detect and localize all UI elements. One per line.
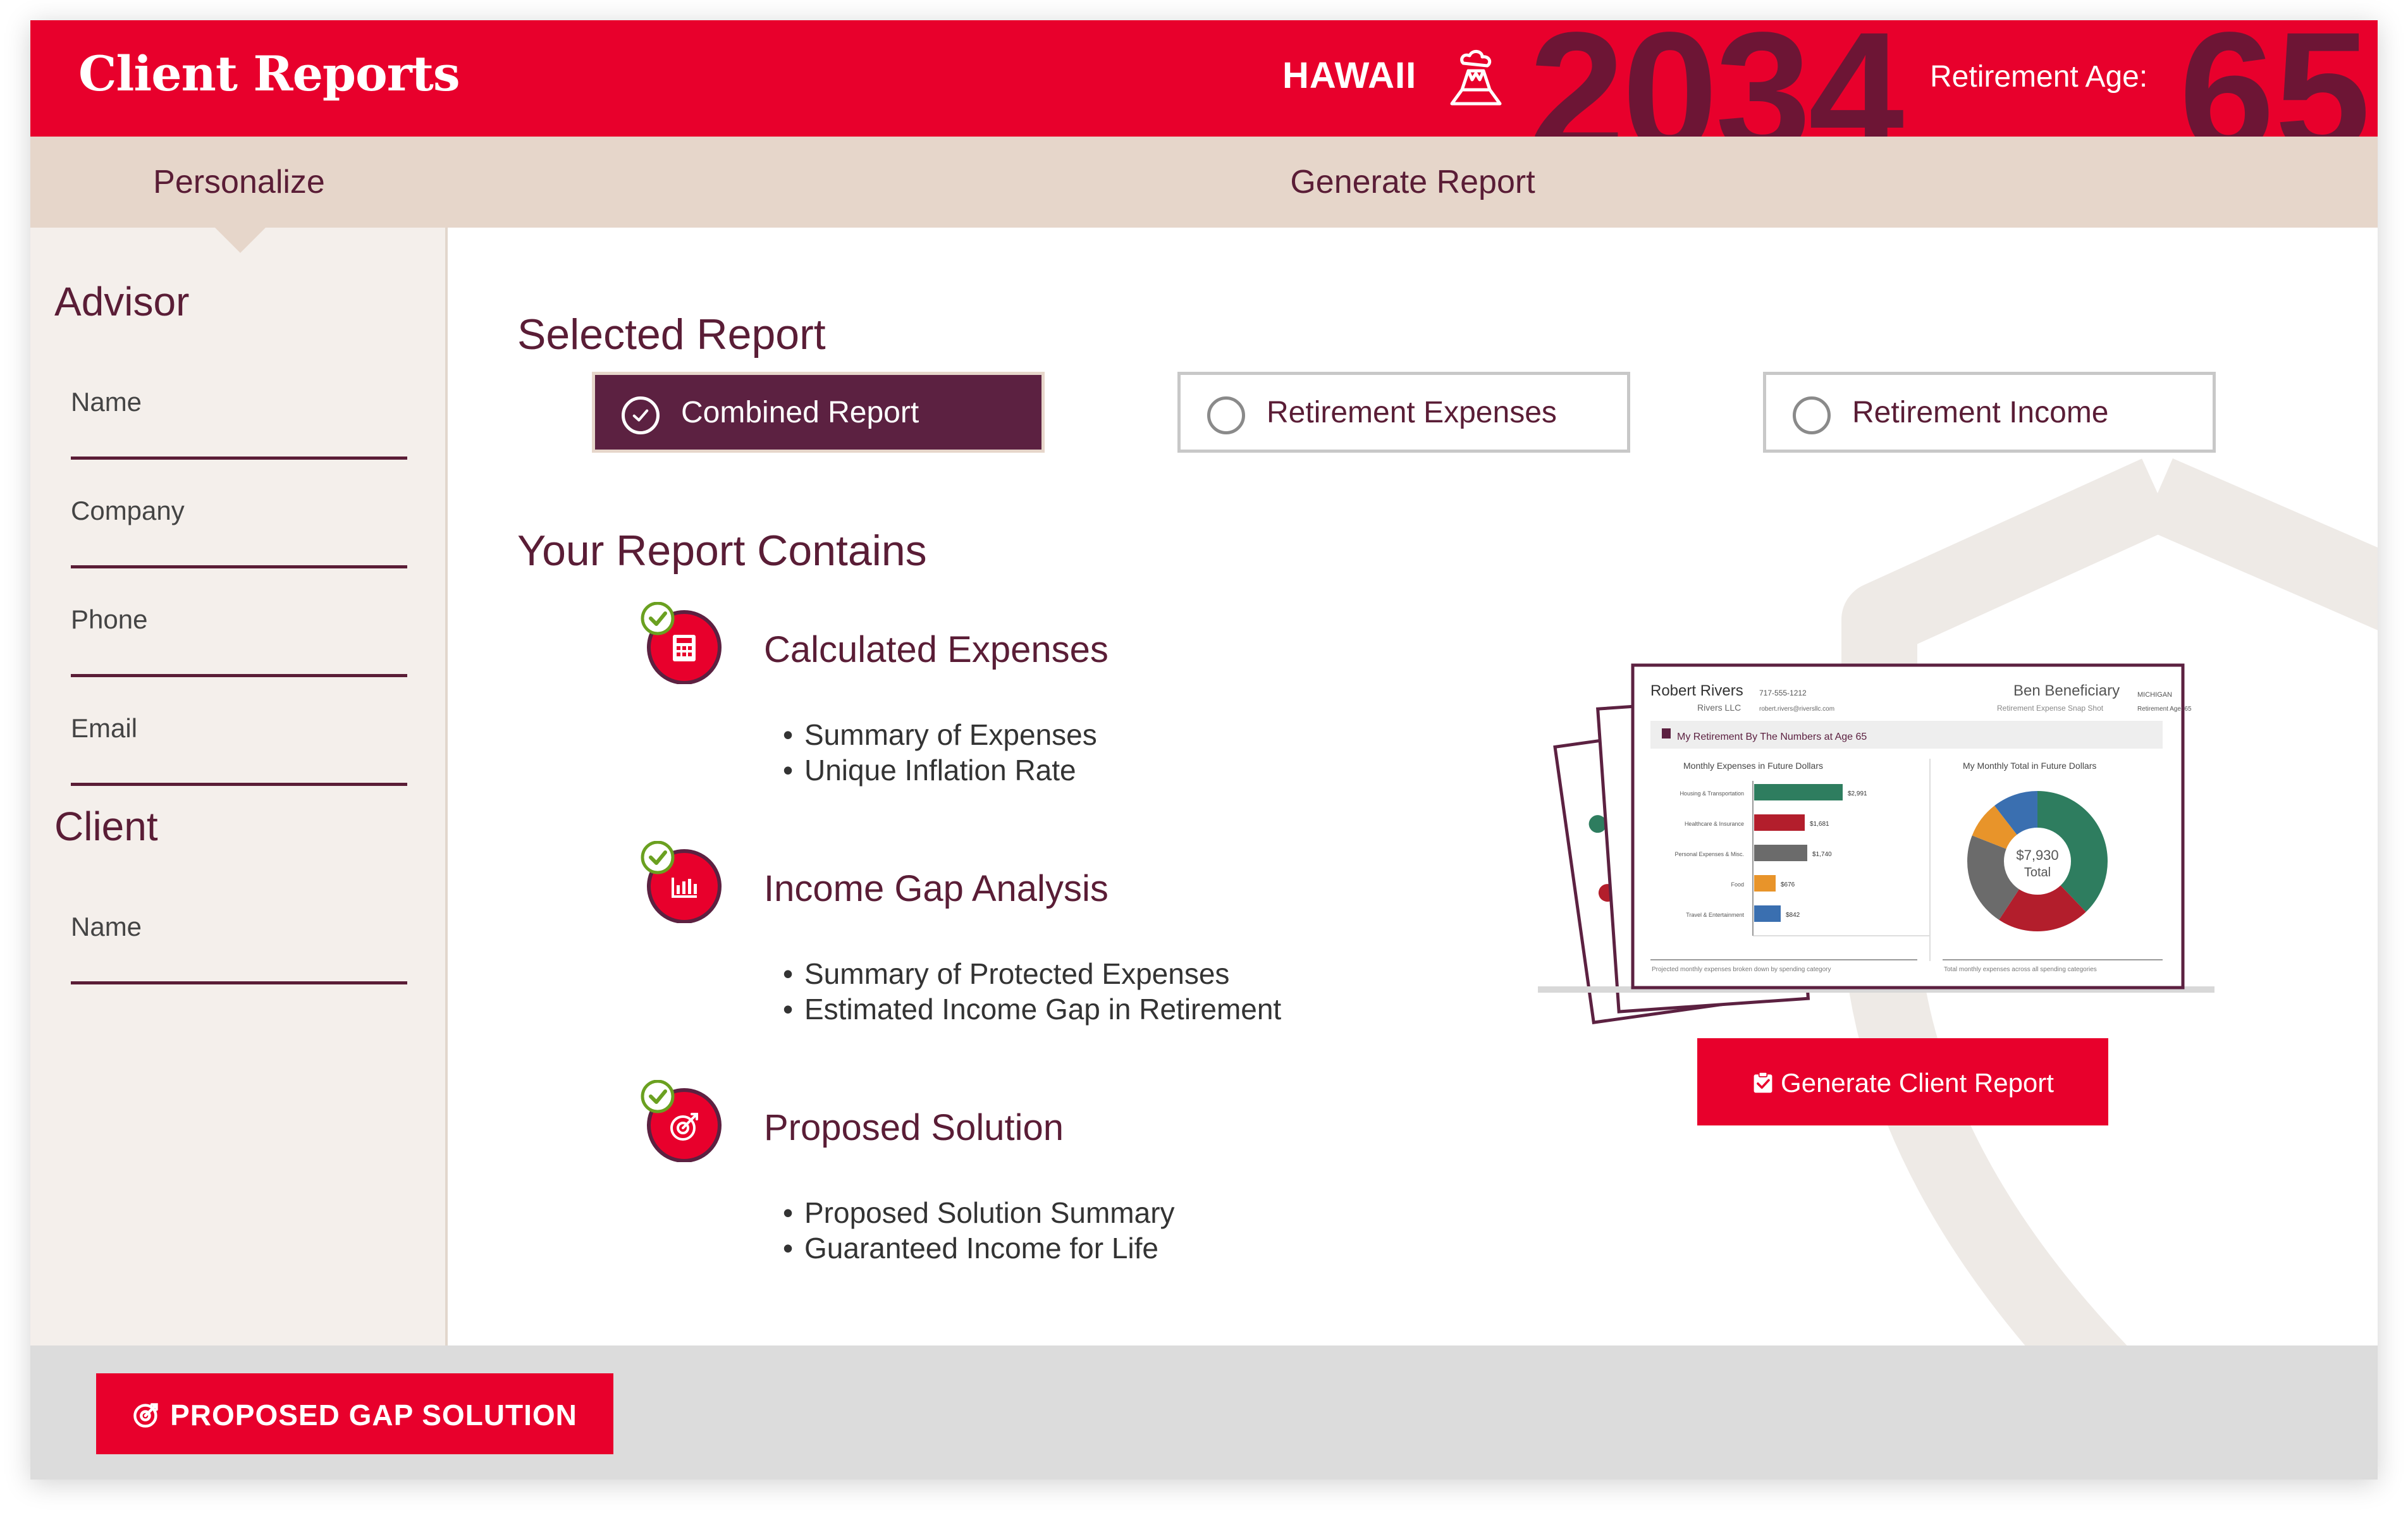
preview-client-state: MICHIGAN — [2137, 691, 2172, 699]
gap-button-label: PROPOSED GAP SOLUTION — [170, 1398, 577, 1431]
preview-donut-total: $7,930 — [2016, 847, 2058, 863]
preview-bar — [1754, 814, 1805, 831]
preview-bar-value: $676 — [1781, 881, 1795, 888]
calculator-icon — [641, 602, 722, 684]
target-icon — [641, 1080, 722, 1162]
app-header: Client Reports HAWAII 2034 Retirement Ag… — [30, 20, 2378, 137]
step-indicator-notch — [215, 228, 266, 253]
retirement-age-label: Retirement Age: — [1930, 60, 2148, 94]
preview-client-age: Retirement Age: 65 — [2137, 706, 2192, 713]
item-title: Proposed Solution — [764, 1107, 1064, 1148]
option-label: Retirement Expenses — [1267, 396, 1557, 429]
target-icon — [133, 1403, 158, 1428]
preview-advisor-email: robert.rivers@riversllc.com — [1759, 706, 1834, 713]
preview-advisor-company: Rivers LLC — [1697, 702, 1741, 713]
preview-bar-label: Housing & Transportation — [1680, 790, 1744, 797]
option-retirement-expenses[interactable]: Retirement Expenses — [1177, 372, 1630, 453]
generate-button-label: Generate Client Report — [1781, 1067, 2054, 1098]
advisor-name-field: Name — [71, 387, 407, 469]
item-bullets: Summary of Expenses Unique Inflation Rat… — [783, 717, 1097, 788]
retirement-age-value: 65 — [2179, 20, 2371, 137]
preview-advisor-name: Robert Rivers — [1650, 682, 1743, 699]
preview-left-footnote: Projected monthly expenses broken down b… — [1652, 966, 1831, 973]
field-label: Company — [71, 496, 185, 525]
field-label: Name — [71, 912, 142, 941]
tab-personalize[interactable]: Personalize — [30, 137, 448, 228]
footer-bar: PROPOSED GAP SOLUTION — [30, 1345, 2378, 1480]
bar-chart-icon — [641, 841, 722, 923]
tab-generate-report[interactable]: Generate Report — [448, 137, 2378, 228]
option-retirement-income[interactable]: Retirement Income — [1763, 372, 2216, 453]
advisor-company-input[interactable] — [71, 534, 407, 568]
option-combined-report[interactable]: Combined Report — [592, 372, 1045, 453]
advisor-heading: Advisor — [54, 279, 190, 324]
preview-right-chart-title: My Monthly Total in Future Dollars — [1963, 761, 2096, 771]
main-panel: Selected Report Combined Report Retireme… — [450, 228, 2378, 1345]
preview-donut-total-label: Total — [2024, 866, 2051, 880]
volcano-icon — [1450, 50, 1502, 106]
preview-bar-label: Travel & Entertainment — [1686, 912, 1744, 918]
selected-report-title: Selected Report — [517, 310, 826, 359]
proposed-gap-solution-button[interactable]: PROPOSED GAP SOLUTION — [96, 1373, 613, 1454]
list-item: Unique Inflation Rate — [783, 752, 1097, 788]
report-preview: Robert Rivers 717-555-1212 Rivers LLC ro… — [1538, 663, 2214, 1024]
preview-bar-value: $1,681 — [1810, 821, 1829, 828]
list-item: Summary of Expenses — [783, 717, 1097, 752]
field-label: Email — [71, 713, 138, 743]
state-name: HAWAII — [1282, 55, 1417, 96]
advisor-company-field: Company — [71, 496, 407, 578]
step-bar: Personalize Generate Report — [30, 137, 2378, 228]
client-name-field: Name — [71, 912, 407, 994]
preview-bar-label: Healthcare & Insurance — [1685, 821, 1744, 827]
option-label: Combined Report — [681, 396, 919, 429]
preview-bar-label: Personal Expenses & Misc. — [1674, 851, 1744, 857]
item-bullets: Proposed Solution Summary Guaranteed Inc… — [783, 1195, 1175, 1266]
preview-left-chart-title: Monthly Expenses in Future Dollars — [1683, 761, 1823, 771]
preview-donut-chart: $7,930 Total — [1967, 791, 2108, 931]
option-label: Retirement Income — [1852, 396, 2109, 429]
list-item: Guaranteed Income for Life — [783, 1230, 1175, 1266]
preview-bar-value: $2,991 — [1848, 790, 1867, 797]
list-item: Summary of Protected Expenses — [783, 956, 1281, 991]
advisor-name-input[interactable] — [71, 425, 407, 460]
client-name-input[interactable] — [71, 950, 407, 984]
preview-client-subtitle: Retirement Expense Snap Shot — [1997, 704, 2104, 713]
item-title: Calculated Expenses — [764, 629, 1109, 670]
report-contains-title: Your Report Contains — [517, 527, 927, 575]
preview-client-name: Ben Beneficiary — [2013, 682, 2120, 699]
list-item: Estimated Income Gap in Retirement — [783, 991, 1281, 1027]
field-label: Phone — [71, 604, 148, 634]
preview-bar — [1754, 875, 1776, 892]
radio-checked-icon — [622, 396, 660, 434]
field-label: Name — [71, 387, 142, 417]
preview-bar-label: Food — [1731, 881, 1744, 888]
client-heading: Client — [54, 804, 158, 849]
preview-bar — [1754, 784, 1843, 800]
advisor-phone-field: Phone — [71, 604, 407, 687]
preview-bar — [1754, 845, 1807, 861]
clipboard-check-icon — [1754, 1072, 1772, 1093]
radio-unchecked-icon — [1207, 396, 1245, 434]
advisor-email-input[interactable] — [71, 751, 407, 786]
preview-bar-value: $842 — [1786, 912, 1800, 919]
list-item: Proposed Solution Summary — [783, 1195, 1174, 1230]
preview-right-footnote: Total monthly expenses across all spendi… — [1944, 966, 2097, 973]
item-title: Income Gap Analysis — [764, 868, 1109, 909]
advisor-phone-input[interactable] — [71, 642, 407, 677]
preview-advisor-phone: 717-555-1212 — [1759, 689, 1807, 697]
radio-unchecked-icon — [1793, 396, 1831, 434]
preview-banner: My Retirement By The Numbers at Age 65 — [1677, 732, 1867, 742]
item-bullets: Summary of Protected Expenses Estimated … — [783, 956, 1281, 1027]
advisor-email-field: Email — [71, 713, 407, 795]
projection-year: 2034 — [1529, 20, 1904, 137]
app-title: Client Reports — [78, 46, 460, 102]
preview-bar-value: $1,740 — [1812, 851, 1832, 858]
preview-bar — [1754, 905, 1781, 922]
generate-client-report-button[interactable]: Generate Client Report — [1697, 1038, 2108, 1125]
sidebar: Advisor Name Company Phone Email Client … — [30, 228, 448, 1345]
client-reports-app: Client Reports HAWAII 2034 Retirement Ag… — [30, 20, 2378, 1480]
